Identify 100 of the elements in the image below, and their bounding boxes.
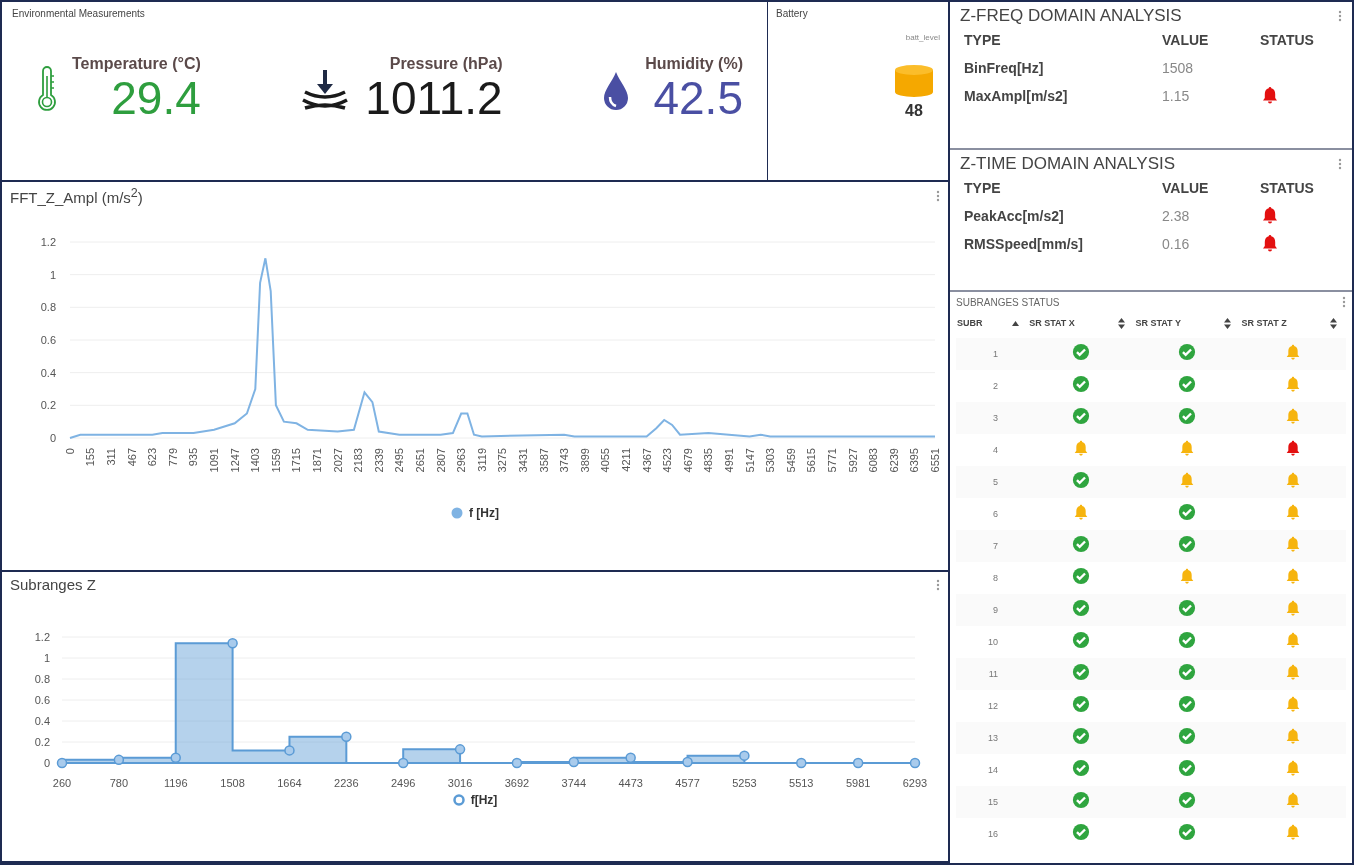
check-circle-icon bbox=[1072, 695, 1091, 713]
axis-label: 4523 bbox=[661, 448, 674, 473]
more-icon[interactable] bbox=[936, 578, 940, 591]
panel-title: Z-FREQ DOMAIN ANALYSIS bbox=[960, 6, 1182, 26]
column-header: STATUS bbox=[1259, 31, 1315, 50]
check-circle-icon bbox=[1178, 631, 1197, 649]
axis-label: 2027 bbox=[331, 448, 344, 473]
more-icon[interactable] bbox=[1338, 10, 1342, 22]
battery-value: 48 bbox=[905, 102, 923, 120]
axis-label: 1559 bbox=[269, 448, 282, 473]
data-point bbox=[341, 731, 352, 742]
axis-label: 4473 bbox=[618, 777, 643, 789]
sort-icon[interactable] bbox=[1118, 317, 1126, 329]
axis-label: 2183 bbox=[352, 448, 365, 473]
axis-label: 2495 bbox=[393, 448, 406, 473]
axis-label: 1508 bbox=[220, 777, 245, 789]
axis-label: 311 bbox=[105, 448, 118, 466]
axis-label: 5615 bbox=[805, 448, 818, 473]
data-point bbox=[511, 757, 523, 769]
axis-label: 3744 bbox=[561, 777, 587, 789]
sort-icon[interactable] bbox=[1224, 317, 1232, 329]
column-header[interactable]: SUBR bbox=[957, 318, 983, 328]
axis-label: 2651 bbox=[414, 448, 427, 473]
table-cell: 1 bbox=[956, 338, 1029, 370]
axis-label: 5771 bbox=[826, 448, 838, 473]
axis-label: 4679 bbox=[681, 448, 694, 473]
legend-label[interactable]: f[Hz] bbox=[470, 793, 498, 807]
data-point bbox=[625, 752, 636, 763]
axis-label: 5927 bbox=[846, 448, 859, 473]
table-cell: 8 bbox=[956, 562, 1029, 594]
sort-icon[interactable] bbox=[1330, 317, 1337, 329]
axis-label: 3899 bbox=[578, 448, 591, 473]
axis-label: 0.2 bbox=[40, 399, 56, 412]
check-circle-icon bbox=[1072, 471, 1091, 489]
more-icon[interactable] bbox=[1338, 158, 1342, 170]
axis-label: 5513 bbox=[789, 777, 814, 789]
data-point bbox=[852, 757, 864, 769]
axis-label: 0.6 bbox=[34, 694, 50, 706]
data-point bbox=[739, 750, 750, 761]
data-point bbox=[227, 638, 238, 649]
axis-label: 6083 bbox=[867, 448, 880, 473]
check-circle-icon bbox=[1072, 727, 1091, 745]
table-cell: 4 bbox=[956, 434, 1029, 466]
axis-label: 6551 bbox=[929, 448, 940, 473]
check-circle-icon bbox=[1072, 407, 1091, 425]
check-circle-icon bbox=[1178, 407, 1197, 425]
axis-label: 3119 bbox=[475, 448, 488, 472]
axis-label: 623 bbox=[146, 448, 159, 467]
axis-label: 4211 bbox=[620, 448, 632, 472]
column-header[interactable]: SR STAT Y bbox=[1135, 318, 1181, 328]
data-point bbox=[682, 756, 693, 768]
axis-label: 779 bbox=[166, 448, 179, 467]
axis-label: 0.4 bbox=[34, 715, 50, 727]
check-circle-icon bbox=[1072, 535, 1091, 553]
check-circle-icon bbox=[1072, 567, 1091, 585]
thermometer-icon bbox=[36, 65, 58, 112]
data-point bbox=[397, 757, 409, 769]
axis-label: 0.8 bbox=[40, 301, 56, 314]
table-cell: 9 bbox=[956, 594, 1029, 626]
more-icon[interactable] bbox=[1342, 296, 1346, 308]
bell-icon bbox=[1260, 204, 1280, 225]
axis-label: 1664 bbox=[277, 777, 302, 789]
axis-label: 935 bbox=[187, 448, 200, 467]
table-cell: 7 bbox=[956, 530, 1029, 562]
metric-value: 1011.2 bbox=[365, 73, 503, 124]
axis-label: 2963 bbox=[455, 448, 468, 473]
check-circle-icon bbox=[1178, 503, 1197, 521]
legend-label[interactable]: f [Hz] bbox=[469, 506, 499, 520]
battery-cylinder-icon bbox=[894, 64, 934, 98]
check-circle-icon bbox=[1178, 599, 1197, 617]
table-cell: 16 bbox=[956, 818, 1029, 850]
chart-title: Subranges Z bbox=[10, 576, 96, 593]
table-cell: 5 bbox=[956, 466, 1029, 498]
axis-label: 5459 bbox=[784, 448, 797, 473]
column-header[interactable]: SR STAT Z bbox=[1241, 318, 1287, 328]
metric-value: 42.5 bbox=[653, 73, 743, 124]
axis-label: 1403 bbox=[249, 448, 262, 473]
check-circle-icon bbox=[1178, 535, 1197, 553]
axis-label: 4055 bbox=[599, 448, 612, 473]
data-point bbox=[454, 744, 466, 755]
column-header[interactable]: SR STAT X bbox=[1029, 318, 1075, 328]
axis-label: 6293 bbox=[902, 777, 928, 789]
table-cell-text: 2.38 bbox=[1161, 207, 1191, 226]
table-cell-text: BinFreq[Hz] bbox=[963, 59, 1045, 78]
axis-label: 3016 bbox=[447, 777, 473, 789]
sort-ascending-icon[interactable] bbox=[1012, 320, 1020, 326]
axis-label: 155 bbox=[84, 448, 97, 467]
metric-label: Humidity (%) bbox=[645, 55, 743, 73]
table-cell-text: RMSSpeed[mm/s] bbox=[963, 235, 1085, 254]
column-header: VALUE bbox=[1161, 179, 1210, 198]
axis-label: 6239 bbox=[887, 448, 900, 473]
axis-label: 1091 bbox=[208, 448, 221, 473]
table-cell: 6 bbox=[956, 498, 1029, 530]
data-point bbox=[909, 757, 921, 769]
axis-label: 2807 bbox=[434, 448, 447, 473]
more-icon[interactable] bbox=[936, 190, 940, 202]
column-header: TYPE bbox=[963, 179, 1002, 198]
column-header: TYPE bbox=[963, 31, 1002, 50]
table-cell: 10 bbox=[956, 626, 1029, 658]
data-point bbox=[56, 757, 68, 769]
